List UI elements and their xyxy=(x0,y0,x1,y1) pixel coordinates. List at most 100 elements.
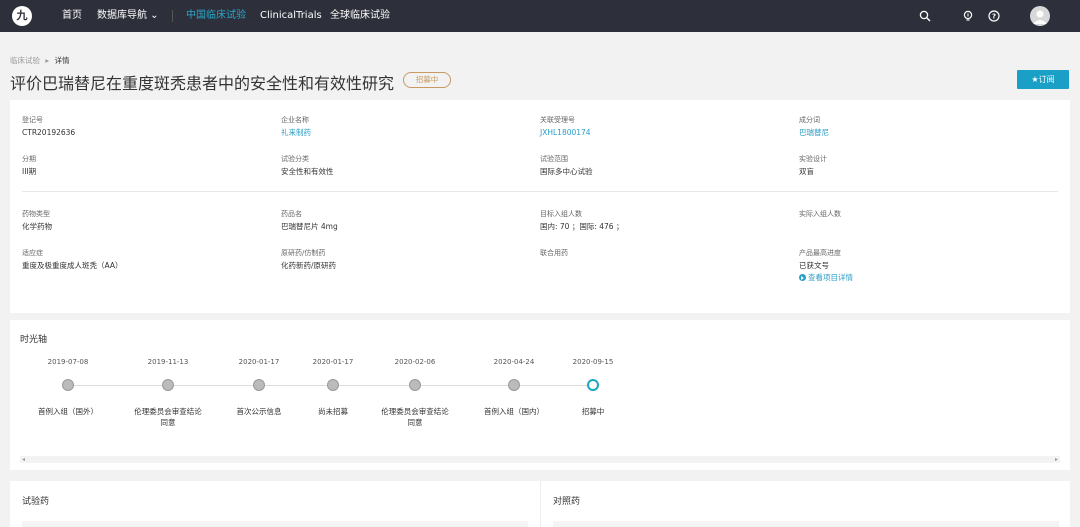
field-related-no: 关联受理号 JXHL1800174 xyxy=(540,115,780,139)
field-label: 联合用药 xyxy=(540,249,568,257)
field-ingredient: 成分词 巴瑞替尼 xyxy=(799,115,1039,139)
play-circle-icon xyxy=(799,274,806,281)
field-label: 关联受理号 xyxy=(540,116,575,124)
field-drug-name: 药品名 巴瑞替尼片 4mg xyxy=(281,209,521,233)
field-category: 试验分类 安全性和有效性 xyxy=(281,154,521,178)
field-value: 国际多中心试验 xyxy=(540,167,593,176)
field-value: CTR20192636 xyxy=(22,128,76,137)
test-drug-title: 试验药 xyxy=(22,497,50,507)
nav-china-trials[interactable]: 中国临床试验 xyxy=(186,9,246,23)
timeline-dot xyxy=(62,379,74,391)
table-header xyxy=(553,521,1059,527)
timeline-dot xyxy=(253,379,265,391)
company-link[interactable]: 礼来制药 xyxy=(281,127,521,139)
field-label: 企业名称 xyxy=(281,116,309,124)
timeline-dot xyxy=(409,379,421,391)
timeline-label: 招募中 xyxy=(581,407,605,416)
field-label: 实验设计 xyxy=(799,155,827,163)
svg-text:?: ? xyxy=(992,13,996,21)
divider xyxy=(22,191,1058,192)
field-combo: 联合用药 xyxy=(540,248,780,260)
timeline-label: 伦理委员会审查结论同意 xyxy=(381,407,449,427)
nav-global-trials[interactable]: 全球临床试验 xyxy=(330,9,390,23)
field-value: 重度及极重度成人斑秃（AA） xyxy=(22,261,123,270)
field-actual-enroll: 实际入组人数 xyxy=(799,209,1039,221)
field-label: 分期 xyxy=(22,155,36,163)
ingredient-link[interactable]: 巴瑞替尼 xyxy=(799,127,1039,139)
breadcrumb: 临床试验 ▸ 详情 xyxy=(10,55,70,66)
field-drug-type: 药物类型 化学药物 xyxy=(22,209,262,233)
search-icon[interactable] xyxy=(919,10,931,22)
timeline-dot xyxy=(508,379,520,391)
page-title: 评价巴瑞替尼在重度斑秃患者中的安全性和有效性研究 xyxy=(10,74,395,93)
scroll-left-icon[interactable]: ◂ xyxy=(22,456,25,463)
field-label: 登记号 xyxy=(22,116,43,124)
field-scope: 试验范围 国际多中心试验 xyxy=(540,154,780,178)
breadcrumb-separator: ▸ xyxy=(45,56,50,65)
field-target-enroll: 目标入组人数 国内: 70 ；国际: 476 ； xyxy=(540,209,780,233)
breadcrumb-current: 详情 xyxy=(54,56,70,65)
field-value: 巴瑞替尼片 4mg xyxy=(281,222,338,231)
field-value: 化学药物 xyxy=(22,222,52,231)
field-label: 试验分类 xyxy=(281,155,309,163)
timeline-label: 尚未招募 xyxy=(318,407,348,416)
field-label: 药物类型 xyxy=(22,210,50,218)
scroll-right-icon[interactable]: ▸ xyxy=(1055,456,1058,463)
field-label: 实际入组人数 xyxy=(799,210,841,218)
timeline-date: 2020-02-06 xyxy=(394,358,436,366)
control-drug-card: 对照药 xyxy=(540,481,1070,527)
user-icon xyxy=(1033,10,1047,24)
field-origin: 原研药/仿制药 化药新药/原研药 xyxy=(281,248,521,272)
detail-link-label: 查看项目详情 xyxy=(808,273,853,282)
field-label: 目标入组人数 xyxy=(540,210,582,218)
field-value: 双盲 xyxy=(799,167,814,176)
field-label: 试验范围 xyxy=(540,155,568,163)
nav-divider xyxy=(172,10,173,22)
field-label: 成分词 xyxy=(799,116,820,124)
avatar[interactable] xyxy=(1030,6,1050,26)
nav-database-menu[interactable]: 数据库导航 ⌄ xyxy=(97,9,159,23)
nav-home[interactable]: 首页 xyxy=(62,9,82,23)
field-value: 国内: 70 ；国际: 476 ； xyxy=(540,222,624,231)
nav-clinicaltrials[interactable]: ClinicalTrials xyxy=(260,9,322,23)
field-company: 企业名称 礼来制药 xyxy=(281,115,521,139)
top-nav: 九 首页 数据库导航 ⌄ 中国临床试验 ClinicalTrials 全球临床试… xyxy=(0,0,1080,32)
control-drug-title: 对照药 xyxy=(553,497,581,507)
field-progress: 产品最高进度 已获文号 查看项目详情 xyxy=(799,248,1039,284)
field-label: 适应症 xyxy=(22,249,43,257)
timeline-label: 首例入组（国内） xyxy=(484,407,544,416)
field-value: 安全性和有效性 xyxy=(281,167,334,176)
test-drug-card: 试验药 xyxy=(10,481,540,527)
view-project-detail-link[interactable]: 查看项目详情 xyxy=(799,272,1039,284)
field-value: 化药新药/原研药 xyxy=(281,261,337,270)
field-value: 已获文号 xyxy=(799,261,829,270)
related-no-link[interactable]: JXHL1800174 xyxy=(540,127,780,139)
timeline-date: 2019-11-13 xyxy=(147,358,189,366)
table-header xyxy=(22,521,528,527)
timeline-dot-current xyxy=(587,379,599,391)
help-icon[interactable]: ? xyxy=(988,10,1000,22)
horizontal-scrollbar[interactable]: ◂ ▸ xyxy=(20,456,1060,463)
field-label: 药品名 xyxy=(281,210,302,218)
field-phase: 分期 III期 xyxy=(22,154,262,178)
field-value: III期 xyxy=(22,167,37,176)
status-badge: 招募中 xyxy=(403,72,451,88)
breadcrumb-parent[interactable]: 临床试验 xyxy=(10,56,40,65)
timeline-card: 时光轴 2019-07-08 首例入组（国外） 2019-11-13 伦理委员会… xyxy=(10,320,1070,470)
lightbulb-icon[interactable] xyxy=(962,10,974,22)
timeline-label: 首次公示信息 xyxy=(236,407,282,416)
field-label: 原研药/仿制药 xyxy=(281,249,326,257)
timeline-date: 2020-09-15 xyxy=(572,358,614,366)
field-design: 实验设计 双盲 xyxy=(799,154,1039,178)
logo[interactable]: 九 xyxy=(12,6,32,26)
timeline-dot xyxy=(162,379,174,391)
timeline-title: 时光轴 xyxy=(20,335,48,345)
trial-info-card: 登记号 CTR20192636 企业名称 礼来制药 关联受理号 JXHL1800… xyxy=(10,100,1070,313)
subscribe-button[interactable]: ★订阅 xyxy=(1017,70,1069,89)
field-indication: 适应症 重度及极重度成人斑秃（AA） xyxy=(22,248,262,272)
timeline-label: 首例入组（国外） xyxy=(38,407,98,416)
timeline-label: 伦理委员会审查结论同意 xyxy=(134,407,202,427)
timeline-date: 2019-07-08 xyxy=(47,358,89,366)
field-label: 产品最高进度 xyxy=(799,249,841,257)
field-reg-no: 登记号 CTR20192636 xyxy=(22,115,262,139)
